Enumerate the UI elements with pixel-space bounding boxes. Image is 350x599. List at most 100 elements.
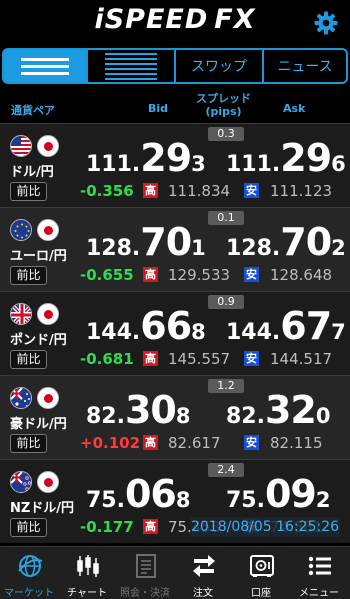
spread-header-line2: (pips) [205,105,242,118]
column-header-bid: Bid [148,102,169,115]
view-tabs: スワップ ニュース [0,48,350,86]
compare-button[interactable]: 前比 [10,518,47,537]
bid-price-fraction: 1 [191,236,206,260]
pair-name: NZドル/円 [10,501,75,516]
tab-news[interactable]: ニュース [262,48,348,84]
low-value: 82.115 [270,434,323,452]
ask-price-pips: 29 [280,136,332,180]
nav-order-label: 注文 [193,588,213,599]
tab-compact-view[interactable] [86,48,176,84]
ask-price-fraction: 2 [315,488,331,512]
app-logo: iSPEED FX [0,4,350,35]
bid-price[interactable]: 75.068 [86,472,191,516]
pair-name: ポンド/円 [10,333,67,348]
compare-button[interactable]: 前比 [10,350,47,369]
bid-price-fraction: 8 [175,404,191,428]
ask-price-fraction: 7 [331,320,346,344]
high-badge: 高 [143,183,158,198]
change-value: +0.102 [80,434,141,452]
ask-price-major: 144. [226,320,281,345]
nav-account[interactable]: 口座 [232,547,290,599]
bid-price-major: 128. [86,236,141,261]
spread-header-line1: スプレッド [196,92,251,105]
ask-price-fraction: 2 [331,236,346,260]
ask-price-pips: 09 [264,472,317,516]
pair-name: 豪ドル/円 [10,417,67,432]
ask-price-pips: 32 [264,388,317,432]
nav-account-label: 口座 [251,588,271,599]
ask-price-major: 82. [226,404,265,429]
app-header: iSPEED FX [0,0,350,46]
bid-price-fraction: 8 [191,320,206,344]
tab-list-view[interactable] [2,48,88,84]
bid-price-pips: 66 [140,304,192,348]
exchange-icon [193,555,215,577]
high-value: 82.617 [168,434,221,452]
change-value: -0.681 [80,350,134,368]
pair-name: ユーロ/円 [10,249,67,264]
high-value: 145.557 [168,350,231,368]
ask-price-major: 111. [226,152,281,177]
nav-inquiry-label: 照会・決済 [120,588,170,599]
column-header-pair: 通貨ペア [11,104,55,117]
compare-button[interactable]: 前比 [10,266,47,285]
rate-row-gbp-jpy[interactable]: ポンド/円 前比 0.9 144.668 144.677 -0.681 高 14… [0,291,350,375]
list-view-icon [21,57,69,75]
ask-price[interactable]: 82.320 [226,388,331,432]
compare-button[interactable]: 前比 [10,434,47,453]
bid-price[interactable]: 144.668 [86,304,206,348]
nav-order[interactable]: 注文 [174,547,232,599]
nav-market-label: マーケット [4,588,54,599]
column-header-spread: スプレッド (pips) [196,92,251,118]
ask-price[interactable]: 128.702 [226,220,346,264]
bottom-navigation: マーケット チャート 照会・決済 注文 口座 メニュー [0,546,350,599]
nav-chart-label: チャート [67,588,107,599]
nav-chart[interactable]: チャート [58,547,116,599]
gear-icon[interactable] [314,11,338,35]
currency-flags [10,303,66,325]
nav-inquiry[interactable]: 照会・決済 [116,547,174,599]
jpy-flag-icon [37,471,59,493]
nav-market[interactable]: マーケット [0,547,58,599]
gbp-flag-icon [10,303,32,325]
low-value: 111.123 [270,182,333,200]
bid-price-major: 82. [86,404,125,429]
bid-price[interactable]: 128.701 [86,220,206,264]
rate-row-usd-jpy[interactable]: ドル/円 前比 0.3 111.293 111.296 -0.356 高 111… [0,123,350,207]
usd-flag-icon [10,135,32,157]
bid-price-fraction: 3 [191,152,206,176]
change-value: -0.356 [80,182,134,200]
tab-swap[interactable]: スワップ [174,48,264,84]
bid-price[interactable]: 111.293 [86,136,206,180]
tab-news-label: ニュース [277,59,333,75]
bid-price-fraction: 8 [175,488,191,512]
nav-menu-label: メニュー [299,588,339,599]
update-timestamp: 2018/08/05 16:25:26 [190,517,340,537]
bid-price-major: 144. [86,320,141,345]
bid-price-pips: 06 [124,472,177,516]
nav-menu[interactable]: メニュー [290,547,348,599]
compare-button[interactable]: 前比 [10,182,47,201]
high-value: 111.834 [168,182,231,200]
ask-price-major: 75. [226,488,265,513]
high-value: 129.533 [168,266,231,284]
ask-price-major: 128. [226,236,281,261]
currency-flags [10,219,66,241]
jpy-flag-icon [37,387,59,409]
bid-price-major: 75. [86,488,125,513]
logo-i: i [94,4,105,35]
currency-flags [10,471,66,493]
ask-price[interactable]: 144.677 [226,304,346,348]
jpy-flag-icon [37,303,59,325]
bid-price[interactable]: 82.308 [86,388,191,432]
rate-row-eur-jpy[interactable]: ユーロ/円 前比 0.1 128.701 128.702 -0.655 高 12… [0,207,350,291]
logo-speed: SPEED [104,4,209,35]
low-value: 128.648 [270,266,333,284]
rate-row-aud-jpy[interactable]: 豪ドル/円 前比 1.2 82.308 82.320 +0.102 高 82.6… [0,375,350,459]
menu-icon [308,556,331,576]
bid-price-pips: 29 [140,136,192,180]
ask-price-pips: 70 [280,220,332,264]
candlestick-icon [77,555,99,577]
ask-price[interactable]: 75.092 [226,472,331,516]
ask-price[interactable]: 111.296 [226,136,346,180]
